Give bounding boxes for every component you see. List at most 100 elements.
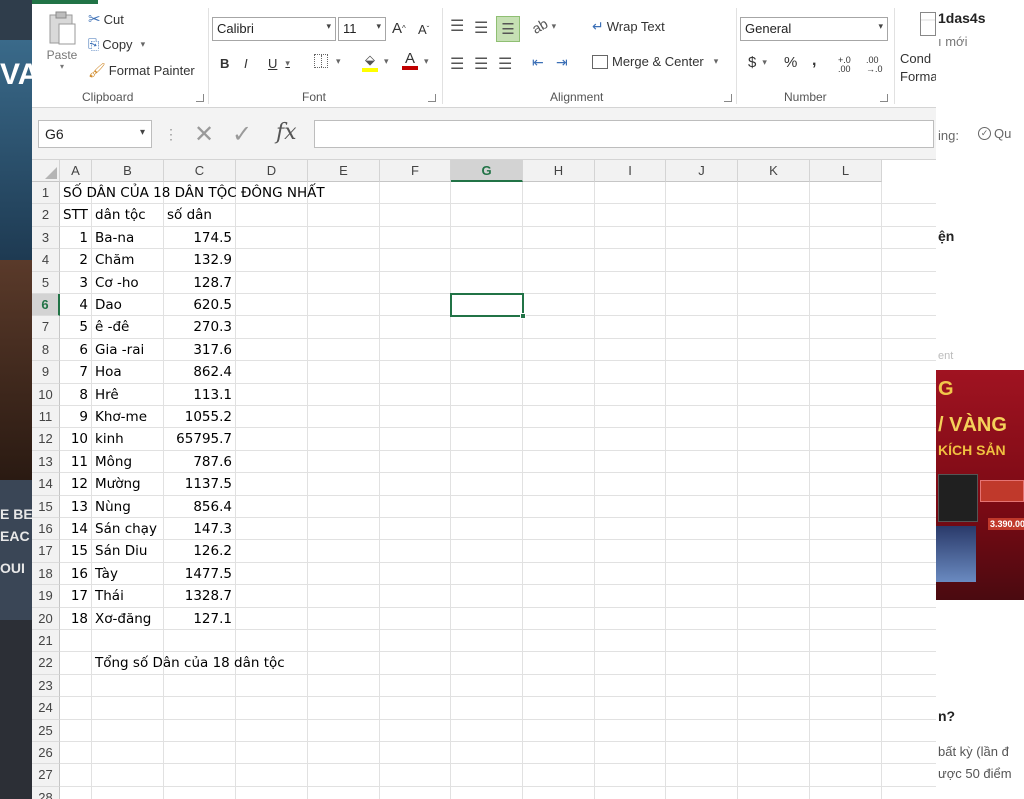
cell-population[interactable]: 132.9 [164, 249, 232, 271]
selected-cell[interactable] [450, 293, 524, 318]
cell-ethnic-group[interactable]: Thái [95, 585, 124, 607]
cell-ethnic-group[interactable]: kinh [95, 428, 124, 450]
cell-a1-title[interactable]: SỐ DÂN CỦA 18 DÂN TỘC ĐÔNG NHẤT [63, 182, 325, 204]
cell-ethnic-group[interactable]: Chăm [95, 249, 134, 271]
cell-stt[interactable]: 5 [60, 316, 88, 338]
column-header-f[interactable]: F [380, 160, 451, 182]
row-header-15[interactable]: 15 [32, 495, 60, 518]
orientation-button[interactable]: ab ▾ [529, 15, 556, 37]
cell-ethnic-group[interactable]: Sán Diu [95, 540, 147, 562]
align-right-button[interactable]: ☰ [498, 54, 512, 74]
row-header-8[interactable]: 8 [32, 338, 60, 362]
cell-stt[interactable]: 11 [60, 451, 88, 473]
shrink-font-button[interactable]: Aˇ [418, 22, 429, 37]
cell-stt[interactable]: 9 [60, 406, 88, 428]
file-tab-edge[interactable] [32, 0, 98, 4]
number-format-combo[interactable]: General ▾ [740, 17, 888, 41]
increase-decimal-button[interactable]: +.0 .00 [838, 56, 860, 74]
row-header-1[interactable]: 1 [32, 182, 60, 205]
row-header-9[interactable]: 9 [32, 361, 60, 384]
cell-ethnic-group[interactable]: ê -đê [95, 316, 129, 338]
cell-population[interactable]: 862.4 [164, 361, 232, 383]
align-left-button[interactable]: ☰ [450, 54, 464, 74]
cell-stt[interactable]: 17 [60, 585, 88, 607]
cell-stt[interactable]: 15 [60, 540, 88, 562]
cell-population[interactable]: 126.2 [164, 540, 232, 562]
alignment-launcher-icon[interactable] [724, 94, 732, 102]
row-header-3[interactable]: 3 [32, 226, 60, 250]
bg-filter-option[interactable]: ✓ Qu [978, 126, 1011, 141]
row-header-10[interactable]: 10 [32, 383, 60, 406]
cell-header-2[interactable]: số dân [167, 204, 212, 226]
column-header-h[interactable]: H [523, 160, 595, 182]
cut-button[interactable]: ✂ Cut [88, 10, 124, 28]
cell-stt[interactable]: 6 [60, 339, 88, 361]
font-color-dropdown[interactable]: ▾ [424, 56, 429, 67]
align-center-button[interactable]: ☰ [474, 54, 488, 74]
cell-ethnic-group[interactable]: Ba-na [95, 227, 134, 249]
cell-population[interactable]: 147.3 [164, 518, 232, 540]
select-all-corner[interactable] [32, 160, 60, 182]
cell-ethnic-group[interactable]: Sán chạy [95, 518, 157, 540]
column-header-k[interactable]: K [738, 160, 810, 182]
bold-button[interactable]: B [220, 56, 229, 71]
row-header-2[interactable]: 2 [32, 204, 60, 227]
row-header-27[interactable]: 27 [32, 764, 60, 787]
cell-ethnic-group[interactable]: Gia -rai [95, 339, 144, 361]
percent-button[interactable]: % [784, 54, 797, 71]
cell-header-1[interactable]: dân tộc [95, 204, 146, 226]
cell-population[interactable]: 1328.7 [164, 585, 232, 607]
cell-population[interactable]: 128.7 [164, 272, 232, 294]
row-header-17[interactable]: 17 [32, 540, 60, 563]
row-header-26[interactable]: 26 [32, 742, 60, 765]
decrease-indent-button[interactable]: ⇤ [532, 54, 544, 71]
cell-population[interactable]: 127.1 [164, 608, 232, 630]
cell-stt[interactable]: 4 [60, 294, 88, 316]
cell-population[interactable]: 174.5 [164, 227, 232, 249]
row-header-24[interactable]: 24 [32, 697, 60, 720]
cell-ethnic-group[interactable]: Hrê [95, 384, 119, 406]
cell-stt[interactable]: 16 [60, 563, 88, 585]
paste-button[interactable]: Paste ▾ [42, 10, 82, 71]
format-painter-button[interactable]: 🖌 Format Painter [88, 62, 195, 79]
cell-population[interactable]: 1055.2 [164, 406, 232, 428]
cell-population[interactable]: 113.1 [164, 384, 232, 406]
cell-stt[interactable]: 12 [60, 473, 88, 495]
column-header-b[interactable]: B [92, 160, 164, 182]
column-header-e[interactable]: E [308, 160, 380, 182]
cell-population[interactable]: 270.3 [164, 316, 232, 338]
cell-population[interactable]: 1137.5 [164, 473, 232, 495]
cell-population[interactable]: 317.6 [164, 339, 232, 361]
column-header-c[interactable]: C [164, 160, 236, 182]
cell-population[interactable]: 1477.5 [164, 563, 232, 585]
fill-handle[interactable] [520, 313, 526, 320]
row-header-28[interactable]: 28 [32, 786, 60, 799]
row-header-7[interactable]: 7 [32, 316, 60, 339]
cell-stt[interactable]: 7 [60, 361, 88, 383]
row-header-13[interactable]: 13 [32, 450, 60, 474]
confirm-entry-button[interactable]: ✓ [232, 120, 252, 149]
wrap-text-button[interactable]: ↵ Wrap Text [592, 18, 665, 35]
row-header-25[interactable]: 25 [32, 719, 60, 742]
row-header-5[interactable]: 5 [32, 271, 60, 294]
row-header-6[interactable]: 6 [32, 294, 60, 317]
column-header-d[interactable]: D [236, 160, 308, 182]
worksheet-grid[interactable]: ABCDEFGHIJKL 1 2 3 4 5 6 7 8 9 10 11 12 13 14 15 16 17 18… [32, 160, 936, 799]
cell-population[interactable]: 787.6 [164, 451, 232, 473]
align-middle-button[interactable]: ☰ [474, 18, 488, 38]
bg-username[interactable]: 1das4s [938, 10, 985, 26]
insert-function-button[interactable]: fx [276, 120, 297, 145]
cell-population[interactable]: 620.5 [164, 294, 232, 316]
italic-button[interactable]: I [244, 56, 248, 71]
row-header-12[interactable]: 12 [32, 428, 60, 451]
borders-button[interactable]: ▾ [314, 54, 341, 68]
conditional-formatting-button[interactable]: Cond Forma [900, 50, 936, 86]
cell-header-0[interactable]: STT [63, 204, 88, 226]
row-header-20[interactable]: 20 [32, 607, 60, 630]
currency-button[interactable]: $ ▾ [748, 54, 767, 71]
name-box[interactable]: G6 ▾ [38, 120, 152, 148]
comma-button[interactable]: , [812, 52, 816, 70]
row-header-19[interactable]: 19 [32, 585, 60, 608]
row-header-22[interactable]: 22 [32, 652, 60, 675]
font-size-combo[interactable]: 11 ▾ [338, 17, 386, 41]
